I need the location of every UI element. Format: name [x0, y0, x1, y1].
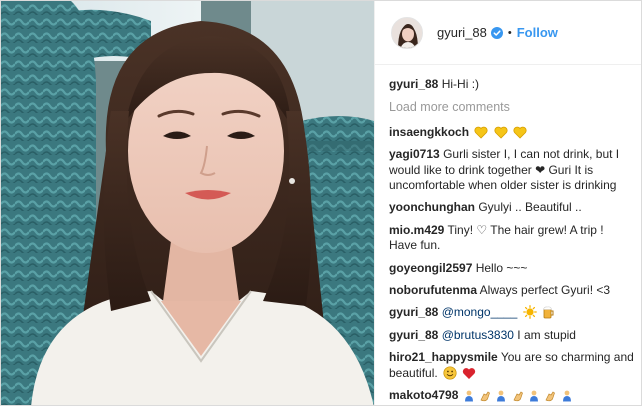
selfie-photo-illustration: [1, 1, 374, 405]
caption-username-link[interactable]: gyuri_88: [389, 77, 438, 91]
comment-item: gyuri_88 @mongo____: [389, 305, 634, 320]
comment-mention-link[interactable]: @brutus3830: [442, 328, 514, 342]
comment-username-link[interactable]: yoonchunghan: [389, 200, 475, 214]
header-username-link[interactable]: gyuri_88: [437, 25, 487, 40]
smile-icon: [443, 366, 457, 380]
follow-button[interactable]: Follow: [517, 25, 558, 40]
comment-item: goyeongil2597 Hello ~~~: [389, 261, 634, 276]
comment-username-link[interactable]: goyeongil2597: [389, 261, 472, 275]
comments-list: gyuri_88 Hi-Hi :) Load more comments ins…: [389, 77, 634, 405]
avatar[interactable]: [391, 16, 423, 49]
load-more-comments-button[interactable]: Load more comments: [389, 100, 634, 115]
verified-badge-icon: [490, 26, 503, 39]
comment-item: gyuri_88 @brutus3830 I am stupid: [389, 328, 634, 343]
sun-icon: [522, 305, 537, 320]
comment-item: yoonchunghan Gyulyi .. Beautiful ..: [389, 200, 634, 215]
comment-username-link[interactable]: hiro21_happysmile: [389, 350, 498, 364]
yellow-heart-icon: [513, 126, 527, 139]
post-header: gyuri_88 • Follow: [375, 1, 641, 65]
yellow-heart-icon: [494, 126, 508, 139]
post-side-panel: gyuri_88 • Follow gyuri_88 Hi-Hi :) Load…: [374, 1, 641, 405]
comment-item: yagi0713 Gurli sister I, I can not drink…: [389, 147, 634, 193]
instagram-post-view: gyuri_88 • Follow gyuri_88 Hi-Hi :) Load…: [0, 0, 642, 406]
comment-username-link[interactable]: mio.m429: [389, 223, 444, 237]
comment-mention-link[interactable]: @mongo____: [442, 305, 518, 319]
comment-username-link[interactable]: gyuri_88: [389, 305, 438, 319]
comment-text: Always perfect Gyuri! <3: [479, 283, 611, 298]
red-heart-icon: [463, 367, 476, 379]
comment-username-link[interactable]: insaengkkoch: [389, 125, 469, 139]
comment-text: I am stupid: [517, 327, 576, 342]
post-photo[interactable]: [1, 1, 374, 405]
comment-item: insaengkkoch: [389, 125, 634, 140]
comment-item: mio.m429 Tiny! ♡ The hair grew! A trip !…: [389, 223, 634, 254]
comment-item: noborufutenma Always perfect Gyuri! <3: [389, 283, 634, 298]
comment-text: Hello ~~~: [475, 260, 528, 275]
comment-text: Gyulyi .. Beautiful ..: [478, 200, 582, 215]
scroll-fade: [375, 401, 641, 405]
beer-icon: [543, 307, 554, 319]
comment-username-link[interactable]: noborufutenma: [389, 283, 477, 297]
comment-username-link[interactable]: yagi0713: [389, 147, 440, 161]
header-separator: •: [507, 26, 512, 39]
caption: gyuri_88 Hi-Hi :): [389, 77, 634, 92]
caption-text: Hi-Hi :): [441, 77, 480, 91]
yellow-heart-icon: [474, 126, 488, 139]
avatar-image: [392, 17, 422, 48]
comment-username-link[interactable]: gyuri_88: [389, 328, 438, 342]
comment-username-link[interactable]: makoto4798: [389, 388, 458, 402]
comment-item: hiro21_happysmile You are so charming an…: [389, 350, 634, 381]
